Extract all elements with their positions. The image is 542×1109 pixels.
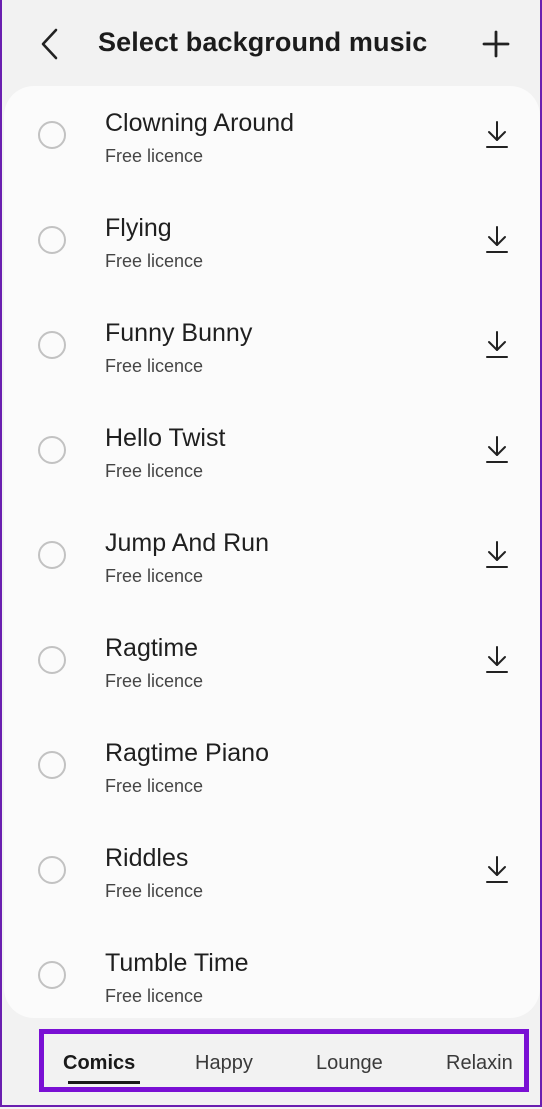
list-item[interactable]: Clowning Around Free licence: [4, 86, 540, 190]
radio-button[interactable]: [38, 856, 66, 884]
download-button[interactable]: [481, 327, 513, 363]
header: Select background music: [2, 0, 540, 88]
download-icon: [486, 226, 508, 253]
license-label: Free licence: [105, 776, 204, 796]
download-button[interactable]: [481, 432, 513, 468]
download-icon: [486, 646, 508, 673]
download-icon: [486, 541, 508, 568]
license-label: Free licence: [105, 356, 204, 376]
track-title: Ragtime Piano: [105, 739, 269, 767]
tab-happy[interactable]: Happy: [195, 1052, 253, 1075]
track-title: Hello Twist: [105, 424, 226, 452]
download-button[interactable]: [481, 642, 513, 678]
download-icon: [486, 331, 508, 358]
download-button[interactable]: [481, 222, 513, 258]
category-tabs: Comics Happy Lounge Relaxin: [39, 1029, 529, 1092]
list-item[interactable]: Ragtime Free licence: [4, 610, 540, 715]
track-title: Flying: [105, 214, 172, 242]
license-label: Free licence: [105, 671, 204, 691]
list-item[interactable]: Ragtime Piano Free licence: [4, 715, 540, 820]
track-title: Clowning Around: [105, 109, 295, 137]
music-list: Clowning Around Free licence Flying Free li…: [4, 86, 540, 1018]
radio-button[interactable]: [38, 646, 66, 674]
radio-button[interactable]: [38, 961, 66, 989]
track-title: Ragtime: [105, 634, 199, 662]
tab-lounge[interactable]: Lounge: [316, 1052, 383, 1075]
list-item[interactable]: Riddles Free licence: [4, 820, 540, 925]
license-label: Free licence: [105, 461, 204, 481]
list-item[interactable]: Tumble Time Free licence: [4, 925, 540, 1018]
license-label: Free licence: [105, 251, 204, 271]
download-icon: [486, 436, 508, 463]
license-label: Free licence: [105, 566, 204, 586]
active-tab-indicator: [68, 1081, 140, 1084]
tab-comics[interactable]: Comics: [63, 1052, 135, 1075]
license-label: Free licence: [105, 881, 204, 901]
page-title: Select background music: [98, 27, 428, 57]
plus-icon: [482, 30, 510, 58]
download-icon: [486, 121, 508, 148]
radio-button[interactable]: [38, 751, 66, 779]
radio-button[interactable]: [38, 121, 66, 149]
download-icon: [486, 856, 508, 883]
list-item[interactable]: Hello Twist Free licence: [4, 400, 540, 505]
track-title: Tumble Time: [105, 949, 249, 977]
list-item[interactable]: Jump And Run Free licence: [4, 505, 540, 610]
download-button[interactable]: [481, 117, 513, 153]
download-button[interactable]: [481, 852, 513, 888]
license-label: Free licence: [105, 146, 204, 166]
list-item[interactable]: Flying Free licence: [4, 190, 540, 295]
radio-button[interactable]: [38, 331, 66, 359]
back-button[interactable]: [32, 24, 68, 64]
track-title: Riddles: [105, 844, 189, 872]
license-label: Free licence: [105, 986, 204, 1006]
list-item[interactable]: Funny Bunny Free licence: [4, 295, 540, 400]
track-title: Jump And Run: [105, 529, 269, 557]
tab-relaxing[interactable]: Relaxin: [446, 1052, 513, 1075]
download-button[interactable]: [481, 537, 513, 573]
chevron-left-icon: [41, 28, 58, 60]
radio-button[interactable]: [38, 541, 66, 569]
app-window: Select background music Clowning Around F…: [0, 0, 542, 1107]
radio-button[interactable]: [38, 436, 66, 464]
track-title: Funny Bunny: [105, 319, 253, 347]
radio-button[interactable]: [38, 226, 66, 254]
add-button[interactable]: [476, 24, 516, 64]
